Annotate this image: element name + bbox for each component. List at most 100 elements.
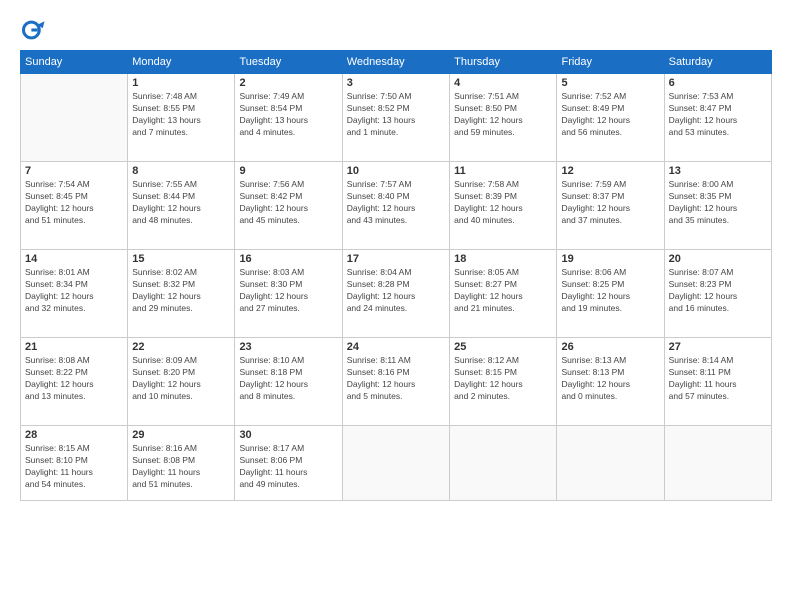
day-info: Sunrise: 8:11 AM Sunset: 8:16 PM Dayligh…: [347, 355, 445, 403]
day-number: 6: [669, 77, 767, 89]
calendar-cell: 15 Sunrise: 8:02 AM Sunset: 8:32 PM Dayli…: [128, 250, 235, 338]
weekday-header-sunday: Sunday: [21, 51, 128, 74]
calendar-week-2: 7 Sunrise: 7:54 AM Sunset: 8:45 PM Daylig…: [21, 162, 772, 250]
day-number: 16: [239, 253, 337, 265]
calendar-cell: 12 Sunrise: 7:59 AM Sunset: 8:37 PM Dayli…: [557, 162, 664, 250]
day-number: 5: [561, 77, 659, 89]
header: [20, 16, 772, 44]
day-number: 25: [454, 341, 552, 353]
day-info: Sunrise: 7:52 AM Sunset: 8:49 PM Dayligh…: [561, 91, 659, 139]
calendar-cell: 22 Sunrise: 8:09 AM Sunset: 8:20 PM Dayli…: [128, 338, 235, 426]
day-number: 29: [132, 429, 230, 441]
calendar-cell: 19 Sunrise: 8:06 AM Sunset: 8:25 PM Dayli…: [557, 250, 664, 338]
weekday-header-tuesday: Tuesday: [235, 51, 342, 74]
calendar-cell: 14 Sunrise: 8:01 AM Sunset: 8:34 PM Dayli…: [21, 250, 128, 338]
calendar-cell: [21, 74, 128, 162]
calendar-cell: 29 Sunrise: 8:16 AM Sunset: 8:08 PM Dayli…: [128, 426, 235, 501]
calendar-cell: 2 Sunrise: 7:49 AM Sunset: 8:54 PM Daylig…: [235, 74, 342, 162]
day-info: Sunrise: 7:57 AM Sunset: 8:40 PM Dayligh…: [347, 179, 445, 227]
calendar-week-4: 21 Sunrise: 8:08 AM Sunset: 8:22 PM Dayli…: [21, 338, 772, 426]
calendar-cell: 6Sunrise: 7:53 AM Sunset: 8:47 PM Daylig…: [664, 74, 771, 162]
calendar-cell: [664, 426, 771, 501]
calendar-week-3: 14 Sunrise: 8:01 AM Sunset: 8:34 PM Dayli…: [21, 250, 772, 338]
day-number: 4: [454, 77, 552, 89]
weekday-header-monday: Monday: [128, 51, 235, 74]
day-info: Sunrise: 7:59 AM Sunset: 8:37 PM Dayligh…: [561, 179, 659, 227]
calendar-cell: 18 Sunrise: 8:05 AM Sunset: 8:27 PM Dayli…: [450, 250, 557, 338]
day-number: 22: [132, 341, 230, 353]
day-number: 24: [347, 341, 445, 353]
day-info: Sunrise: 7:49 AM Sunset: 8:54 PM Dayligh…: [239, 91, 337, 139]
day-number: 7: [25, 165, 123, 177]
weekday-header-row: SundayMondayTuesdayWednesdayThursdayFrid…: [21, 51, 772, 74]
day-number: 3: [347, 77, 445, 89]
calendar-cell: 5 Sunrise: 7:52 AM Sunset: 8:49 PM Daylig…: [557, 74, 664, 162]
logo-icon: [20, 16, 48, 44]
day-number: 12: [561, 165, 659, 177]
weekday-header-thursday: Thursday: [450, 51, 557, 74]
calendar-cell: 20 Sunrise: 8:07 AM Sunset: 8:23 PM Dayli…: [664, 250, 771, 338]
calendar-cell: [342, 426, 449, 501]
calendar-cell: 7 Sunrise: 7:54 AM Sunset: 8:45 PM Daylig…: [21, 162, 128, 250]
day-number: 21: [25, 341, 123, 353]
day-number: 18: [454, 253, 552, 265]
day-number: 27: [669, 341, 767, 353]
day-number: 28: [25, 429, 123, 441]
calendar-cell: 1Sunrise: 7:48 AM Sunset: 8:55 PM Daylig…: [128, 74, 235, 162]
day-info: Sunrise: 7:56 AM Sunset: 8:42 PM Dayligh…: [239, 179, 337, 227]
day-info: Sunrise: 8:05 AM Sunset: 8:27 PM Dayligh…: [454, 267, 552, 315]
calendar-cell: 8Sunrise: 7:55 AM Sunset: 8:44 PM Daylig…: [128, 162, 235, 250]
calendar-cell: [450, 426, 557, 501]
calendar-cell: 3 Sunrise: 7:50 AM Sunset: 8:52 PM Daylig…: [342, 74, 449, 162]
weekday-header-saturday: Saturday: [664, 51, 771, 74]
day-number: 2: [239, 77, 337, 89]
day-info: Sunrise: 8:13 AM Sunset: 8:13 PM Dayligh…: [561, 355, 659, 403]
calendar-cell: 23 Sunrise: 8:10 AM Sunset: 8:18 PM Dayli…: [235, 338, 342, 426]
calendar-cell: 27 Sunrise: 8:14 AM Sunset: 8:11 PM Dayli…: [664, 338, 771, 426]
calendar-cell: 13Sunrise: 8:00 AM Sunset: 8:35 PM Dayli…: [664, 162, 771, 250]
day-number: 8: [132, 165, 230, 177]
day-number: 19: [561, 253, 659, 265]
calendar-cell: 24 Sunrise: 8:11 AM Sunset: 8:16 PM Dayli…: [342, 338, 449, 426]
day-number: 9: [239, 165, 337, 177]
calendar-cell: 17 Sunrise: 8:04 AM Sunset: 8:28 PM Dayli…: [342, 250, 449, 338]
day-number: 14: [25, 253, 123, 265]
day-info: Sunrise: 7:54 AM Sunset: 8:45 PM Dayligh…: [25, 179, 123, 227]
day-number: 15: [132, 253, 230, 265]
day-info: Sunrise: 8:07 AM Sunset: 8:23 PM Dayligh…: [669, 267, 767, 315]
calendar-cell: 9 Sunrise: 7:56 AM Sunset: 8:42 PM Daylig…: [235, 162, 342, 250]
day-number: 26: [561, 341, 659, 353]
day-number: 20: [669, 253, 767, 265]
calendar-cell: 26 Sunrise: 8:13 AM Sunset: 8:13 PM Dayli…: [557, 338, 664, 426]
day-info: Sunrise: 8:03 AM Sunset: 8:30 PM Dayligh…: [239, 267, 337, 315]
calendar-cell: 10 Sunrise: 7:57 AM Sunset: 8:40 PM Dayli…: [342, 162, 449, 250]
day-info: Sunrise: 8:14 AM Sunset: 8:11 PM Dayligh…: [669, 355, 767, 403]
day-info: Sunrise: 8:10 AM Sunset: 8:18 PM Dayligh…: [239, 355, 337, 403]
day-info: Sunrise: 8:06 AM Sunset: 8:25 PM Dayligh…: [561, 267, 659, 315]
day-info: Sunrise: 7:50 AM Sunset: 8:52 PM Dayligh…: [347, 91, 445, 139]
day-info: Sunrise: 8:16 AM Sunset: 8:08 PM Dayligh…: [132, 443, 230, 491]
calendar-cell: 30Sunrise: 8:17 AM Sunset: 8:06 PM Dayli…: [235, 426, 342, 501]
day-info: Sunrise: 8:08 AM Sunset: 8:22 PM Dayligh…: [25, 355, 123, 403]
day-info: Sunrise: 8:09 AM Sunset: 8:20 PM Dayligh…: [132, 355, 230, 403]
weekday-header-wednesday: Wednesday: [342, 51, 449, 74]
calendar-cell: 28Sunrise: 8:15 AM Sunset: 8:10 PM Dayli…: [21, 426, 128, 501]
day-info: Sunrise: 8:12 AM Sunset: 8:15 PM Dayligh…: [454, 355, 552, 403]
calendar-cell: [557, 426, 664, 501]
day-number: 30: [239, 429, 337, 441]
day-number: 23: [239, 341, 337, 353]
day-info: Sunrise: 8:02 AM Sunset: 8:32 PM Dayligh…: [132, 267, 230, 315]
logo: [20, 16, 52, 44]
day-info: Sunrise: 7:48 AM Sunset: 8:55 PM Dayligh…: [132, 91, 230, 139]
day-number: 17: [347, 253, 445, 265]
calendar-week-5: 28Sunrise: 8:15 AM Sunset: 8:10 PM Dayli…: [21, 426, 772, 501]
calendar-cell: 4 Sunrise: 7:51 AM Sunset: 8:50 PM Daylig…: [450, 74, 557, 162]
day-number: 10: [347, 165, 445, 177]
calendar-cell: 11Sunrise: 7:58 AM Sunset: 8:39 PM Dayli…: [450, 162, 557, 250]
calendar-week-1: 1Sunrise: 7:48 AM Sunset: 8:55 PM Daylig…: [21, 74, 772, 162]
day-info: Sunrise: 7:58 AM Sunset: 8:39 PM Dayligh…: [454, 179, 552, 227]
day-number: 13: [669, 165, 767, 177]
day-info: Sunrise: 8:01 AM Sunset: 8:34 PM Dayligh…: [25, 267, 123, 315]
day-info: Sunrise: 7:51 AM Sunset: 8:50 PM Dayligh…: [454, 91, 552, 139]
day-info: Sunrise: 8:04 AM Sunset: 8:28 PM Dayligh…: [347, 267, 445, 315]
